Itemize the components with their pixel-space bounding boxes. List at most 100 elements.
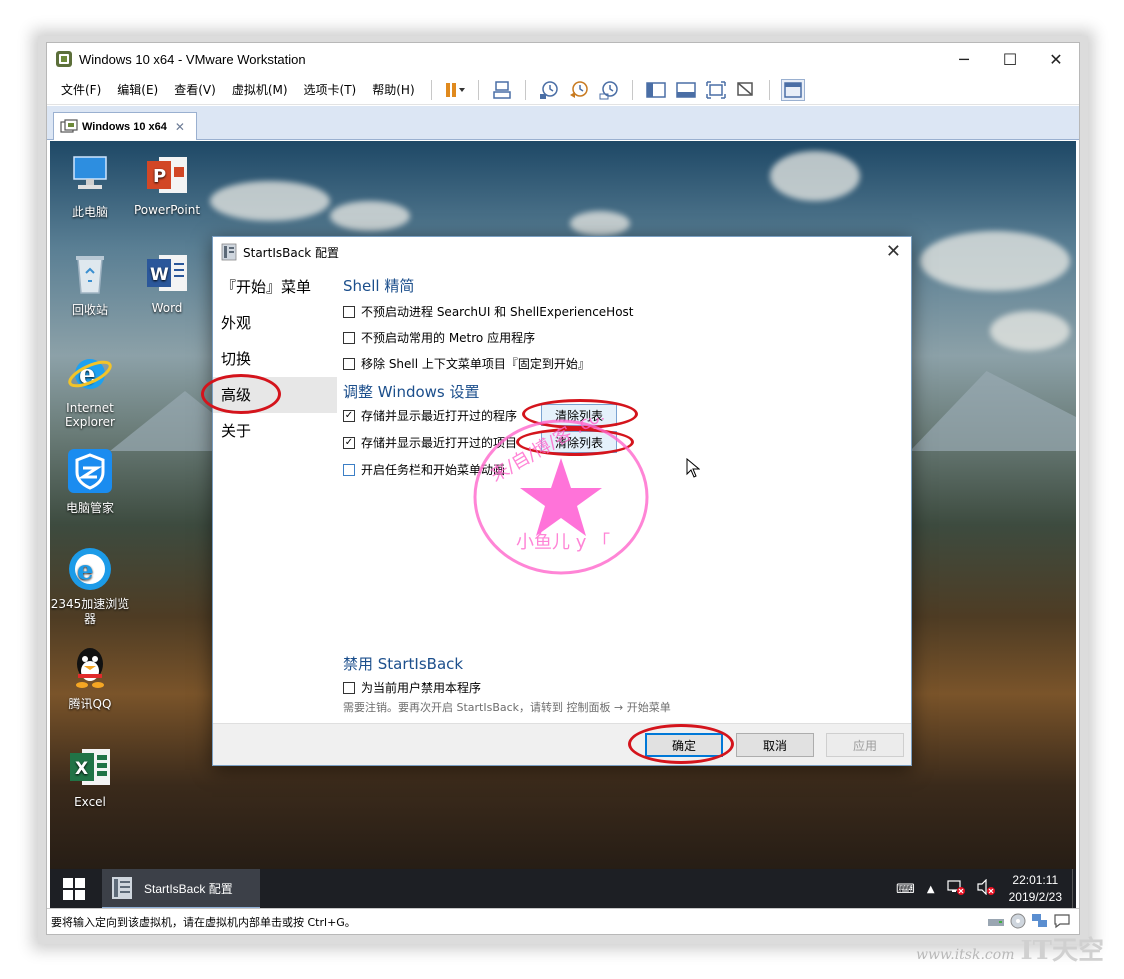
checkbox-label: 不预启动常用的 Metro 应用程序 (361, 331, 536, 345)
taskbar-clock[interactable]: 22:01:11 2019/2/23 (1009, 872, 1062, 906)
clock-time: 22:01:11 (1012, 873, 1059, 887)
desktop-icon-this-pc[interactable]: 此电脑 (50, 151, 130, 220)
nav-appearance[interactable]: 外观 (213, 305, 337, 341)
revert-snapshot-icon[interactable] (567, 79, 591, 101)
checkbox-box[interactable] (343, 463, 355, 476)
mouse-cursor-icon (686, 458, 700, 478)
desktop-icon-label: PowerPoint (133, 203, 201, 217)
menu-vm[interactable]: 虚拟机(M) (224, 81, 296, 98)
desktop-icon-qq[interactable]: 腾讯QQ (50, 643, 130, 712)
menu-help[interactable]: 帮助(H) (364, 81, 422, 98)
dialog-footer: 确定 取消 应用 (213, 723, 911, 765)
taskbar: StartIsBack 配置 ⌨ ▲ 22:01:11 2019/2/23 (50, 869, 1076, 909)
status-text: 要将输入定向到该虚拟机，请在虚拟机内部单击或按 Ctrl+G。 (51, 915, 356, 929)
mountain (910, 371, 1076, 451)
desktop-icon-label: Word (151, 301, 183, 315)
desktop-icon-internet-explorer[interactable]: e Internet Explorer (50, 349, 130, 429)
desktop-icon-recycle-bin[interactable]: 回收站 (50, 249, 130, 318)
dialog-close-icon[interactable]: ✕ (886, 241, 901, 262)
show-desktop-edge[interactable] (1072, 869, 1076, 909)
checkbox-no-preload-searchui[interactable]: 不预启动进程 SearchUI 和 ShellExperienceHost (343, 303, 634, 320)
word-icon: W (143, 249, 191, 297)
checkbox-no-preload-metro[interactable]: 不预启动常用的 Metro 应用程序 (343, 329, 535, 346)
cloud (770, 151, 860, 201)
vm-tab-icon (60, 118, 78, 133)
annotation-ring-advanced (201, 374, 281, 414)
stamp-seal-icon: 来/自/博/客 .com 小鱼儿 y 「 (473, 398, 649, 575)
tab-close-icon[interactable]: ✕ (175, 120, 185, 134)
fullscreen-icon[interactable] (704, 79, 728, 101)
toolbar-separator (524, 79, 526, 100)
menu-bar: 文件(F) 编辑(E) 查看(V) 虚拟机(M) 选项卡(T) 帮助(H) (47, 75, 1079, 105)
console-view-icon[interactable] (780, 78, 805, 101)
thumbnail-view-icon[interactable] (674, 79, 698, 101)
svg-text:W: W (150, 265, 169, 285)
checkbox-remove-pin-to-start[interactable]: 移除 Shell 上下文菜单项目『固定到开始』 (343, 355, 590, 372)
disable-note: 需要注销。要再次开启 StartIsBack，请转到 控制面板 → 开始菜单 (343, 701, 671, 714)
section-disable-title: 禁用 StartIsBack (343, 655, 464, 673)
apply-button[interactable]: 应用 (826, 733, 904, 757)
taskbar-app-startisback[interactable]: StartIsBack 配置 (102, 869, 260, 909)
svg-text:P: P (153, 166, 166, 187)
toolbar-separator (477, 79, 479, 100)
checkbox-box[interactable] (343, 681, 355, 694)
cancel-button[interactable]: 取消 (736, 733, 814, 757)
toolbar-separator (631, 79, 633, 100)
desktop-icon-label: 回收站 (71, 303, 108, 317)
minimize-button[interactable]: ─ (941, 43, 987, 75)
chevron-up-icon[interactable]: ▲ (927, 884, 935, 895)
send-keys-icon[interactable] (490, 79, 514, 101)
volume-muted-icon[interactable] (977, 878, 995, 899)
snapshot-manager-icon[interactable] (597, 79, 621, 101)
checkbox-box[interactable] (343, 331, 355, 344)
checkbox-box[interactable] (343, 305, 355, 318)
nav-start-menu[interactable]: 『开始』菜单 (213, 269, 337, 305)
windows-logo-icon (63, 878, 85, 900)
unity-mode-icon[interactable] (734, 79, 758, 101)
annotation-ring-ok (628, 724, 734, 764)
checkbox-box[interactable] (343, 357, 355, 370)
menu-tabs[interactable]: 选项卡(T) (296, 81, 365, 98)
pause-icon[interactable] (443, 79, 467, 101)
desktop-icon-excel[interactable]: X Excel (50, 743, 130, 809)
cd-drive-icon[interactable] (1009, 913, 1027, 929)
checkbox-disable-for-user[interactable]: 为当前用户禁用本程序 (343, 679, 481, 696)
desktop-icon-pc-manager[interactable]: 电脑管家 (50, 447, 130, 516)
cloud (920, 231, 1070, 291)
menu-view[interactable]: 查看(V) (166, 81, 224, 98)
browser-2345-icon: e (66, 545, 114, 593)
nav-about[interactable]: 关于 (213, 413, 337, 449)
desktop-icon-word[interactable]: W Word (127, 249, 207, 315)
network-icon[interactable] (947, 879, 965, 899)
stamp-name-text: 小鱼儿 y 「 (516, 532, 610, 553)
desktop-icon-label: Internet Explorer (65, 401, 115, 429)
excel-icon: X (66, 743, 114, 791)
menu-edit[interactable]: 编辑(E) (109, 81, 166, 98)
svg-text:e: e (77, 556, 94, 586)
start-button[interactable] (50, 869, 98, 909)
desktop-icon-label: 腾讯QQ (68, 697, 112, 711)
snapshot-icon[interactable] (537, 79, 561, 101)
message-icon[interactable] (1053, 913, 1071, 929)
library-view-icon[interactable] (644, 79, 668, 101)
cloud (210, 181, 330, 221)
menu-file[interactable]: 文件(F) (53, 81, 109, 98)
desktop-icon-powerpoint[interactable]: P PowerPoint (127, 151, 207, 217)
desktop-icon-2345-browser[interactable]: e 2345加速浏览器 (50, 545, 130, 627)
tab-windows10[interactable]: Windows 10 x64 ✕ (53, 112, 197, 140)
close-button[interactable]: ✕ (1033, 43, 1079, 75)
checkbox-label: 为当前用户禁用本程序 (361, 681, 482, 695)
nav-switching[interactable]: 切换 (213, 341, 337, 377)
tab-bar: Windows 10 x64 ✕ (47, 106, 1079, 140)
cloud (570, 211, 630, 236)
network-adapter-icon[interactable] (1031, 913, 1049, 929)
startisback-icon (221, 243, 237, 261)
hard-disk-icon[interactable] (987, 913, 1005, 929)
checkbox-box-checked[interactable]: ✓ (343, 409, 355, 422)
dialog-nav: 『开始』菜单 外观 切换 高级 关于 (213, 269, 337, 727)
checkbox-box-checked[interactable]: ✓ (343, 436, 355, 449)
keyboard-icon[interactable]: ⌨ (896, 882, 915, 897)
qq-icon (66, 643, 114, 691)
internet-explorer-icon: e (66, 349, 114, 397)
maximize-button[interactable]: ☐ (987, 43, 1033, 75)
